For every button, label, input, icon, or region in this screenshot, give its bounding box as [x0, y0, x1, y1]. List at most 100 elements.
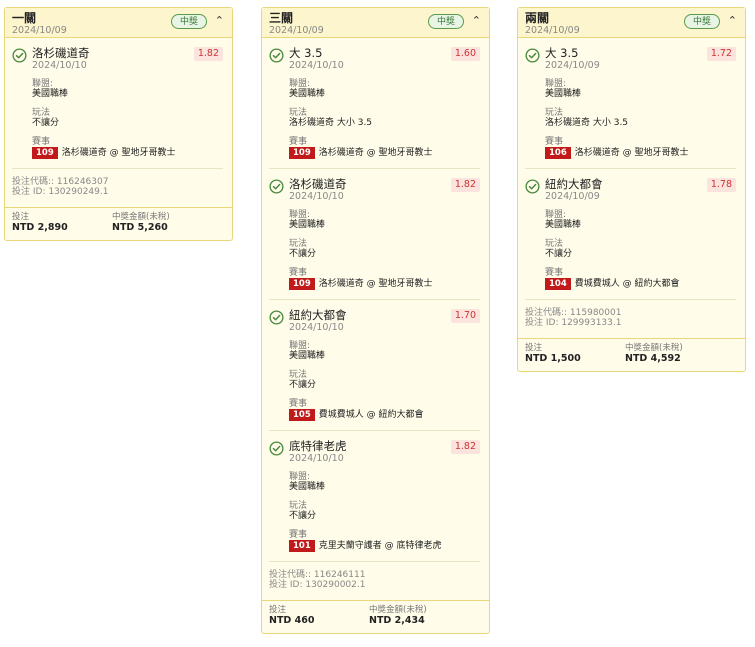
stake-block: 投注 NTD 1,500 [525, 344, 581, 365]
selection-date: 2024/10/10 [289, 191, 344, 202]
play-label: 玩法 [289, 239, 308, 249]
event-row: 109 洛杉磯道奇 @ 聖地牙哥教士 [32, 147, 223, 159]
event-row: 109 洛杉磯道奇 @ 聖地牙哥教士 [289, 147, 480, 159]
play-label: 玩法 [545, 108, 564, 118]
league-value: 美國職棒 [32, 89, 69, 99]
bet-leg: 洛杉磯道奇 2024/10/10 1.82 聯盟: 美國職棒 玩法 不讓分 賽事… [269, 169, 480, 300]
win-status-badge: 中獎 [427, 14, 464, 29]
match-name: 洛杉磯道奇 @ 聖地牙哥教士 [61, 148, 176, 158]
bet-id: 投注 ID: 130290249.1 [12, 187, 109, 197]
payout-value: NTD 5,260 [112, 222, 168, 233]
league-value: 美國職棒 [545, 220, 582, 230]
bet-slip-card: 三關 2024/10/09 中獎 ⌃ 大 3.5 2024/10/10 1.60… [261, 7, 490, 634]
card-body: 洛杉磯道奇 2024/10/10 1.82 聯盟: 美國職棒 玩法 不讓分 賽事… [5, 38, 232, 207]
match-name: 洛杉磯道奇 @ 聖地牙哥教士 [318, 148, 433, 158]
event-label: 賽事 [545, 137, 564, 147]
event-row: 101 克里夫蘭守護者 @ 底特律老虎 [289, 540, 480, 552]
odds-badge: 1.60 [450, 47, 480, 61]
league-value: 美國職棒 [289, 482, 326, 492]
win-status-badge: 中獎 [170, 14, 207, 29]
league-value: 美國職棒 [289, 89, 326, 99]
check-circle-icon [525, 48, 540, 63]
league-label: 聯盟: [289, 210, 311, 220]
check-circle-icon [269, 48, 284, 63]
league-value: 美國職棒 [289, 351, 326, 361]
league-value: 美國職棒 [545, 89, 582, 99]
card-header[interactable]: 一關 2024/10/09 中獎 ⌃ [5, 8, 232, 38]
match-number: 109 [289, 147, 315, 159]
match-number: 109 [289, 278, 315, 290]
chevron-up-icon[interactable]: ⌃ [215, 13, 224, 29]
card-body: 大 3.5 2024/10/10 1.60 聯盟: 美國職棒 玩法 洛杉磯道奇 … [262, 38, 489, 600]
event-label: 賽事 [289, 268, 308, 278]
odds-badge: 1.82 [450, 178, 480, 192]
event-row: 109 洛杉磯道奇 @ 聖地牙哥教士 [289, 278, 480, 290]
match-name: 洛杉磯道奇 @ 聖地牙哥教士 [574, 148, 689, 158]
card-body: 大 3.5 2024/10/09 1.72 聯盟: 美國職棒 玩法 洛杉磯道奇 … [518, 38, 745, 338]
card-header[interactable]: 兩關 2024/10/09 中獎 ⌃ [518, 8, 745, 38]
odds-badge: 1.70 [450, 309, 480, 323]
event-label: 賽事 [32, 137, 51, 147]
payout-value: NTD 2,434 [369, 615, 425, 626]
play-label: 玩法 [289, 370, 308, 380]
play-value: 洛杉磯道奇 大小 3.5 [545, 118, 629, 128]
league-label: 聯盟: [545, 210, 567, 220]
league-value: 美國職棒 [289, 220, 326, 230]
bet-codes: 投注代碼:: 116246307 投注 ID: 130290249.1 [12, 169, 223, 207]
play-value: 不讓分 [289, 249, 317, 259]
bet-leg: 紐約大都會 2024/10/09 1.78 聯盟: 美國職棒 玩法 不讓分 賽事… [525, 169, 736, 300]
chevron-up-icon[interactable]: ⌃ [472, 13, 481, 29]
play-value: 不讓分 [32, 118, 60, 128]
chevron-up-icon[interactable]: ⌃ [728, 13, 737, 29]
card-footer: 投注 NTD 460 中獎金額(未稅) NTD 2,434 [262, 600, 489, 633]
bet-code: 投注代碼:: 116246307 [12, 177, 109, 187]
stake-label: 投注 [12, 212, 30, 222]
bet-slip-card: 兩關 2024/10/09 中獎 ⌃ 大 3.5 2024/10/09 1.72… [517, 7, 746, 372]
play-value: 不讓分 [289, 380, 317, 390]
payout-label: 中獎金額(未稅) [112, 212, 170, 222]
stake-value: NTD 460 [269, 615, 315, 626]
league-label: 聯盟: [32, 79, 54, 89]
bet-codes: 投注代碼:: 115980001 投注 ID: 129993133.1 [525, 300, 736, 338]
event-label: 賽事 [289, 399, 308, 409]
stake-label: 投注 [269, 605, 287, 615]
selection-date: 2024/10/09 [545, 191, 600, 202]
play-label: 玩法 [545, 239, 564, 249]
card-footer: 投注 NTD 1,500 中獎金額(未稅) NTD 4,592 [518, 338, 745, 371]
bet-leg: 洛杉磯道奇 2024/10/10 1.82 聯盟: 美國職棒 玩法 不讓分 賽事… [12, 38, 223, 169]
league-label: 聯盟: [289, 79, 311, 89]
win-status-badge: 中獎 [683, 14, 720, 29]
event-row: 105 費城費城人 @ 紐約大都會 [289, 409, 480, 421]
event-row: 106 洛杉磯道奇 @ 聖地牙哥教士 [545, 147, 736, 159]
payout-label: 中獎金額(未稅) [625, 343, 683, 353]
odds-badge: 1.82 [450, 440, 480, 454]
card-header[interactable]: 三關 2024/10/09 中獎 ⌃ [262, 8, 489, 38]
bet-id: 投注 ID: 129993133.1 [525, 318, 622, 328]
play-label: 玩法 [289, 108, 308, 118]
stake-value: NTD 1,500 [525, 353, 581, 364]
league-label: 聯盟: [545, 79, 567, 89]
stake-block: 投注 NTD 460 [269, 606, 314, 627]
stake-value: NTD 2,890 [12, 222, 68, 233]
payout-value: NTD 4,592 [625, 353, 681, 364]
odds-badge: 1.82 [193, 47, 223, 61]
selection-date: 2024/10/10 [32, 60, 87, 71]
match-name: 費城費城人 @ 紐約大都會 [318, 410, 424, 420]
match-number: 104 [545, 278, 571, 290]
stake-label: 投注 [525, 343, 543, 353]
bet-code: 投注代碼:: 116246111 [269, 570, 366, 580]
check-circle-icon [525, 179, 540, 194]
bet-id: 投注 ID: 130290002.1 [269, 580, 366, 590]
bet-codes: 投注代碼:: 116246111 投注 ID: 130290002.1 [269, 562, 480, 600]
check-circle-icon [269, 441, 284, 456]
bet-leg: 底特律老虎 2024/10/10 1.82 聯盟: 美國職棒 玩法 不讓分 賽事… [269, 431, 480, 562]
match-number: 109 [32, 147, 58, 159]
selection-date: 2024/10/10 [289, 322, 344, 333]
check-circle-icon [12, 48, 27, 63]
match-number: 106 [545, 147, 571, 159]
match-number: 105 [289, 409, 315, 421]
stake-block: 投注 NTD 2,890 [12, 213, 68, 234]
bet-leg: 大 3.5 2024/10/10 1.60 聯盟: 美國職棒 玩法 洛杉磯道奇 … [269, 38, 480, 169]
check-circle-icon [269, 179, 284, 194]
play-value: 洛杉磯道奇 大小 3.5 [289, 118, 373, 128]
